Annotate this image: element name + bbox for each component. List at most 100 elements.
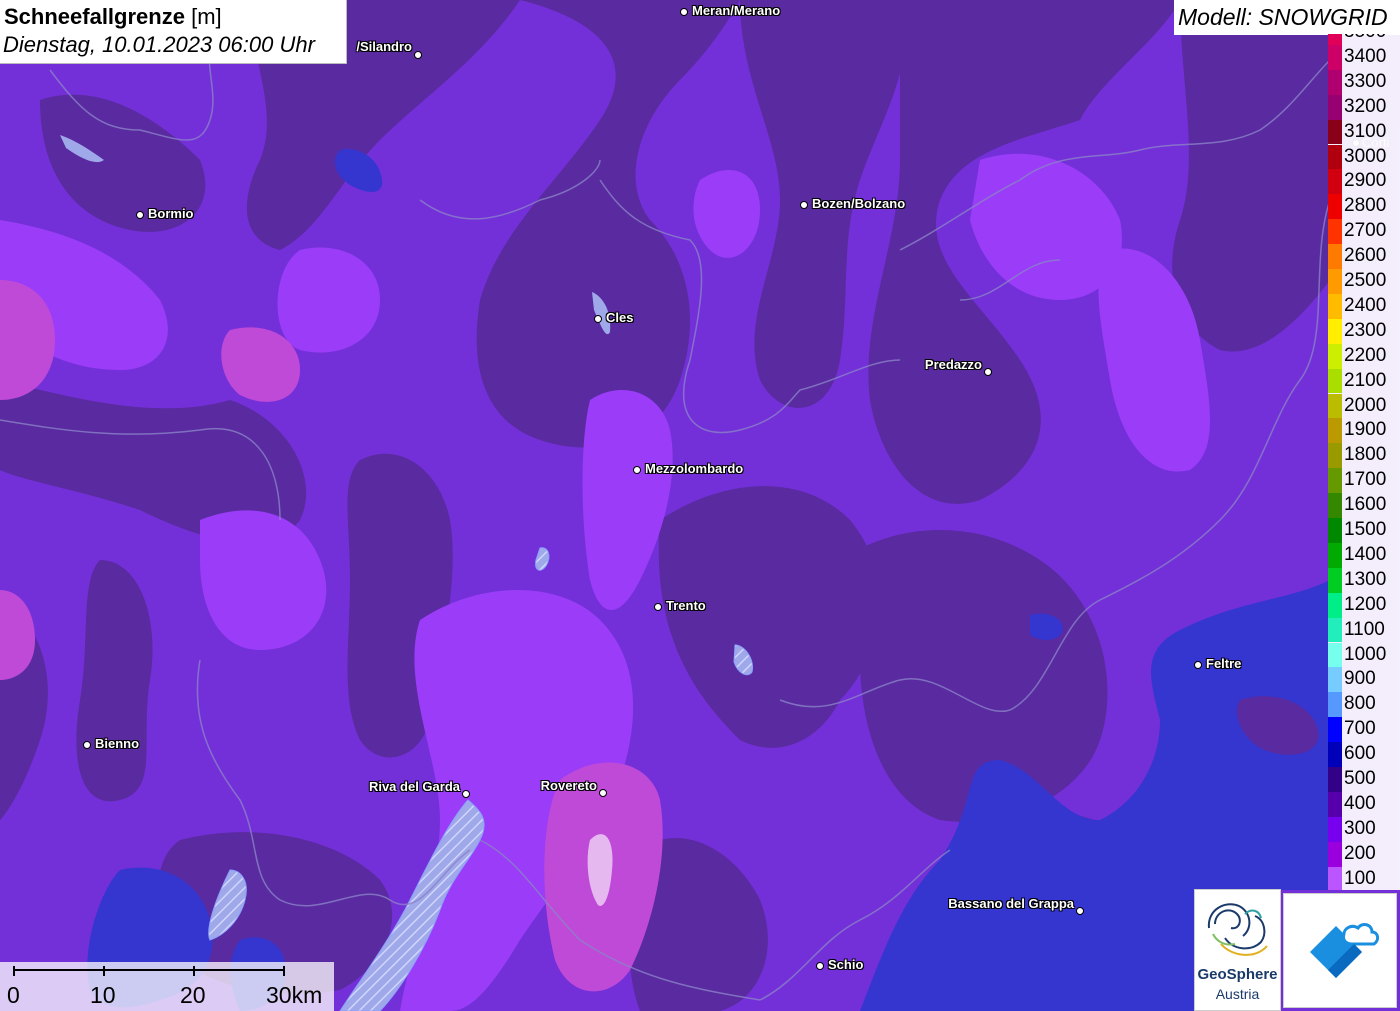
scale-label-0: 0 [7, 982, 20, 1008]
scale-label-20: 20 [180, 982, 206, 1008]
legend-label: 2000 [1344, 394, 1387, 416]
legend-item: 500 [1328, 767, 1400, 792]
legend-item: 1800 [1328, 443, 1400, 469]
legend-swatch [1328, 841, 1342, 867]
title-box: Schneefallgrenze [m] Dienstag, 10.01.202… [0, 0, 347, 64]
legend-item: 2600 [1328, 244, 1400, 269]
legend-swatch [1328, 269, 1342, 294]
legend-label: 3000 [1344, 145, 1387, 167]
city-dot-riva[interactable] [462, 790, 470, 798]
city-dot-bienno[interactable] [83, 741, 91, 749]
legend-label: 600 [1344, 743, 1376, 765]
legend-item: 1900 [1328, 418, 1400, 444]
app-logo[interactable] [1283, 893, 1397, 1008]
legend-label: 2100 [1344, 369, 1387, 391]
legend-swatch [1328, 219, 1342, 245]
legend-label: 2700 [1344, 220, 1387, 242]
city-dot-meran[interactable] [680, 8, 688, 16]
legend-swatch [1328, 169, 1342, 195]
legend-swatch [1328, 667, 1342, 693]
legend-item: 900 [1328, 667, 1400, 693]
legend-item: 1000 [1328, 642, 1400, 668]
city-dot-bassano[interactable] [1076, 907, 1084, 915]
legend-label: 1100 [1344, 618, 1385, 640]
legend-swatch [1328, 518, 1342, 543]
legend-item: 2900 [1328, 169, 1400, 195]
legend-label: 2900 [1344, 170, 1387, 192]
city-dot-bozen[interactable] [800, 201, 808, 209]
city-dot-cles[interactable] [594, 315, 602, 323]
legend-label: 1500 [1344, 519, 1387, 540]
legend-item: 400 [1328, 791, 1400, 817]
legend-label: 1800 [1344, 444, 1387, 466]
legend-label: 2500 [1344, 270, 1387, 291]
legend-item: 200 [1328, 841, 1400, 867]
city-dot-predazzo[interactable] [984, 368, 992, 376]
legend-label: 400 [1344, 792, 1376, 814]
legend-swatch [1328, 717, 1342, 743]
city-label-feltre[interactable]: Feltre [1206, 656, 1241, 671]
legend-label: 2800 [1344, 195, 1387, 217]
legend-item: 2500 [1328, 269, 1400, 294]
city-label-bassano[interactable]: Bassano del Grappa [948, 896, 1074, 911]
legend-label: 3100 [1344, 120, 1387, 142]
legend-label: 900 [1344, 668, 1376, 690]
legend-label: 3500 [1344, 34, 1386, 43]
app-cloud-icon [1310, 923, 1380, 978]
city-label-trento[interactable]: Trento [666, 598, 706, 613]
legend-swatch [1328, 791, 1342, 817]
city-dot-trento[interactable] [654, 603, 662, 611]
model-box: Modell: SNOWGRID [1174, 0, 1400, 35]
city-label-meran[interactable]: Meran/Merano [692, 3, 780, 18]
legend-item: 700 [1328, 717, 1400, 743]
city-dot-feltre[interactable] [1194, 661, 1202, 669]
city-label-bozen[interactable]: Bozen/Bolzano [812, 196, 905, 211]
city-label-mezzolombardo[interactable]: Mezzolombardo [645, 461, 743, 476]
legend-swatch [1328, 617, 1342, 643]
legend-swatch [1328, 368, 1342, 394]
city-label-bienno[interactable]: Bienno [95, 736, 139, 751]
city-dot-bormio[interactable] [136, 211, 144, 219]
legend-item: 2800 [1328, 194, 1400, 220]
legend-label: 200 [1344, 842, 1376, 864]
city-label-predazzo[interactable]: Predazzo [925, 357, 982, 372]
snowline-map[interactable] [0, 0, 1400, 1011]
legend-item: 2700 [1328, 219, 1400, 245]
city-label-rovereto[interactable]: Rovereto [541, 778, 597, 793]
legend-label: 2600 [1344, 245, 1387, 267]
map-datetime: Dienstag, 10.01.2023 06:00 Uhr [3, 32, 315, 57]
legend-swatch [1328, 119, 1342, 145]
legend-label: 1400 [1344, 543, 1387, 565]
model-label: Modell: SNOWGRID [1178, 4, 1388, 30]
city-dot-mezzolombardo[interactable] [633, 466, 641, 474]
legend-swatch [1328, 34, 1342, 45]
legend-item: 1200 [1328, 592, 1400, 618]
legend-label: 3200 [1344, 95, 1387, 117]
map-title: Schneefallgrenze [m] [4, 4, 222, 30]
legend-swatch [1328, 144, 1342, 170]
legend-item: 300 [1328, 816, 1400, 842]
legend-swatch [1328, 542, 1342, 568]
city-label-cles[interactable]: Cles [606, 310, 633, 325]
legend-swatch [1328, 692, 1342, 718]
legend-swatch [1328, 642, 1342, 668]
city-label-schio[interactable]: Schio [828, 957, 863, 972]
city-label-riva[interactable]: Riva del Garda [369, 779, 460, 794]
legend-label: 800 [1344, 693, 1376, 715]
legend-item: 3300 [1328, 69, 1400, 95]
legend-item: 1300 [1328, 567, 1400, 593]
city-label-silandro[interactable]: /Silandro [356, 39, 412, 54]
legend-label: 300 [1344, 817, 1376, 839]
legend-item: 1600 [1328, 493, 1400, 518]
legend-swatch [1328, 318, 1342, 344]
city-dot-silandro[interactable] [414, 51, 422, 59]
city-dot-rovereto[interactable] [599, 789, 607, 797]
city-dot-schio[interactable] [816, 962, 824, 970]
legend-swatch [1328, 69, 1342, 95]
legend-item: 2200 [1328, 343, 1400, 369]
legend-item: 3400 [1328, 44, 1400, 70]
city-label-bormio[interactable]: Bormio [148, 206, 194, 221]
legend-label: 1300 [1344, 568, 1387, 590]
legend-swatch [1328, 866, 1342, 890]
geosphere-logo[interactable]: GeoSphere Austria [1194, 889, 1281, 1011]
